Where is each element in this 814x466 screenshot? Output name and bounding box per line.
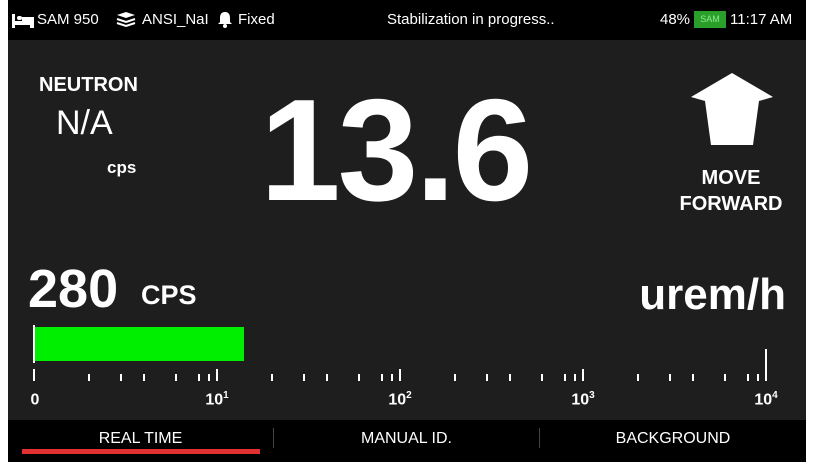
direction-line-1: MOVE (701, 167, 761, 189)
scale-label-0: 0 (30, 391, 40, 409)
scale-label-10-4: 104 (754, 390, 778, 409)
minor-tick (326, 374, 328, 381)
minor-tick (747, 374, 749, 381)
library-stack-icon (116, 12, 136, 33)
dose-rate-value: 13.6 (260, 69, 533, 231)
minor-tick (564, 374, 566, 381)
tab-background[interactable]: BACKGROUND (540, 420, 806, 458)
battery-label: SAM (700, 14, 720, 24)
active-tab-indicator (22, 449, 260, 454)
major-tick (33, 369, 35, 381)
status-message: Stabilization in progress.. (387, 11, 555, 28)
minor-tick (669, 374, 671, 381)
status-bar: SAM 950 ANSI_NaI Fixed Stabilization in … (8, 0, 806, 40)
minor-tick (175, 374, 177, 381)
arrow-up-icon (688, 73, 776, 150)
minor-tick (120, 374, 122, 381)
minor-tick (303, 374, 305, 381)
measurement-mode: Fixed (238, 11, 275, 28)
minor-tick (358, 374, 360, 381)
minor-tick (757, 374, 759, 381)
minor-tick (692, 374, 694, 381)
minor-tick (88, 374, 90, 381)
count-rate-bar (35, 327, 244, 361)
clock: 11:17 AM (730, 11, 793, 28)
scale-label-10-3: 103 (571, 390, 595, 409)
dose-rate-unit: urem/h (639, 270, 786, 319)
minor-tick (541, 374, 543, 381)
gamma-cps-value: 280 (28, 259, 119, 319)
end-tick (765, 349, 767, 381)
minor-tick (381, 374, 383, 381)
neutron-unit: cps (107, 158, 137, 177)
neutron-value: N/A (56, 104, 113, 142)
minor-tick (271, 374, 273, 381)
library-name: ANSI_NaI (142, 11, 209, 28)
major-tick (216, 369, 218, 381)
major-tick (399, 369, 401, 381)
minor-tick (486, 374, 488, 381)
tab-manual-id[interactable]: MANUAL ID. (274, 420, 539, 458)
minor-tick (391, 374, 393, 381)
minor-tick (208, 374, 210, 381)
scale-label-10-2: 102 (388, 390, 412, 409)
device-name: SAM 950 (37, 11, 99, 28)
measurement-panel: NEUTRON N/A cps 13.6 MOVE FORWARD 280 CP… (8, 40, 806, 420)
battery-icon: SAM (694, 11, 726, 28)
minor-tick (574, 374, 576, 381)
bed-icon (12, 12, 34, 33)
minor-tick (509, 374, 511, 381)
device-screen: SAM 950 ANSI_NaI Fixed Stabilization in … (8, 0, 806, 462)
battery-percent: 48% (660, 11, 691, 28)
scale-label-10-1: 101 (205, 390, 229, 409)
major-tick (582, 369, 584, 381)
gamma-cps-unit: CPS (141, 280, 197, 310)
minor-tick (143, 374, 145, 381)
minor-tick (724, 374, 726, 381)
bell-icon (218, 11, 232, 33)
direction-line-2: FORWARD (679, 193, 783, 215)
minor-tick (637, 374, 639, 381)
minor-tick (198, 374, 200, 381)
minor-tick (454, 374, 456, 381)
neutron-title: NEUTRON (39, 74, 138, 96)
bottom-nav: REAL TIME MANUAL ID. BACKGROUND (8, 420, 806, 462)
